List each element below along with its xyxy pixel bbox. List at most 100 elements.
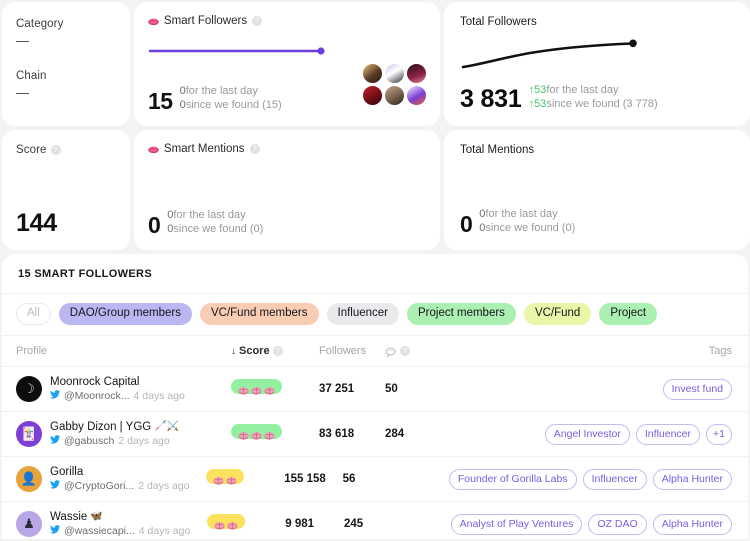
chain-block: Chain — [16,70,116,99]
tags-cell: Angel Investor Influencer +1 [505,423,732,445]
tags-cell: Analyst of Play Ventures OZ DAO Alpha Hunt… [450,513,732,535]
brain-icon [148,146,159,154]
delta-day-line: 0for the last day [167,208,263,222]
profile-name: Moonrock Capital [50,375,185,389]
table-body: ☽ Moonrock Capital @Moonrock... 4 days ago 3… [2,367,748,539]
twitter-icon [50,389,60,403]
profile-handle[interactable]: @CryptoGori... [64,479,134,493]
score-title: Score [16,144,47,156]
profile-name: Gorilla [50,465,190,479]
profile-handle[interactable]: @wassiecapi... [64,524,135,538]
filter-pill-vcfund-members[interactable]: VC/Fund members [199,303,319,325]
total-followers-title: Total Followers [460,16,537,28]
brain-icon [264,382,275,395]
profile-name-text: Gorilla [50,466,84,478]
info-icon[interactable]: ? [400,345,410,356]
filter-pill-all[interactable]: All [16,303,51,325]
filter-pill-influencer[interactable]: Influencer [326,303,400,325]
filter-pill-project[interactable]: Project [599,303,658,325]
column-header-tags[interactable]: Tags [505,345,732,357]
filter-pill-project-members[interactable]: Project members [407,303,516,325]
info-icon[interactable]: ? [252,15,263,26]
profile-subline: @gabusch 2 days ago [50,434,179,448]
category-value: — [16,33,29,48]
delta-found-line: ↑53since we found (3 778) [529,97,658,111]
profile-cell[interactable]: 🃏 Gabby Dizon | YGG 🦯⚔️ @gabusch 2 days ago [16,420,231,448]
tag[interactable]: Invest fund [662,378,732,400]
delta-found-value: 53 [534,98,547,110]
score-header: Score ? [16,144,116,156]
info-icon[interactable]: ? [272,345,283,356]
tag[interactable]: Alpha Hunter [652,468,732,490]
tag[interactable]: Influencer [635,423,701,445]
brain-icon [251,427,262,440]
avatar [384,85,405,106]
delta-day-suffix: for the last day [185,85,258,97]
brain-icon [227,517,238,530]
profile-subline: @wassiecapi... 4 days ago [50,524,190,538]
profile-cell[interactable]: ♟ Wassie 🦋 @wassiecapi... 4 days ago [16,510,207,538]
filter-pill-vcfund[interactable]: VC/Fund [523,303,592,325]
filter-pill-row: All DAO/Group members VC/Fund members Influ… [2,294,748,336]
info-icon[interactable]: ? [249,143,260,154]
table-row[interactable]: ♟ Wassie 🦋 @wassiecapi... 4 days ago 9 981 245… [2,502,748,539]
column-header-mentions[interactable]: ? [385,345,505,358]
smart-mentions-card: Smart Mentions ? 0 0for the last day 0si… [134,130,440,250]
avatar [362,85,383,106]
profile-cell[interactable]: ☽ Moonrock Capital @Moonrock... 4 days ago [16,375,231,403]
profile-timestamp: 2 days ago [118,435,170,447]
total-mentions-deltas: 0for the last day 0since we found (0) [479,207,575,236]
tag[interactable]: Alpha Hunter [652,513,732,535]
brain-icon [238,382,249,395]
filter-pill-dao[interactable]: DAO/Group members [58,303,192,325]
brain-icon [238,427,249,440]
tag[interactable]: Influencer [582,468,647,490]
profile-timestamp: 4 days ago [133,390,185,402]
follower-avatar-group[interactable] [362,63,427,106]
delta-found-line: 0since we found (15) [180,98,282,112]
profile-text: Gabby Dizon | YGG 🦯⚔️ @gabusch 2 days ago [50,420,179,448]
tag[interactable]: Founder of Gorilla Labs [448,468,577,490]
table-row[interactable]: 🃏 Gabby Dizon | YGG 🦯⚔️ @gabusch 2 days ago 8… [2,412,748,457]
column-header-score-label: Score [239,345,270,357]
tags-cell: Founder of Gorilla Labs Influencer Alpha H… [448,468,732,490]
smart-mentions-header: Smart Mentions ? [148,143,426,155]
table-row[interactable]: 👤 Gorilla @CryptoGori... 2 days ago 155 158 5… [2,457,748,502]
total-followers-line [461,39,637,69]
smart-mentions-stats: 0 0for the last day 0since we found (0) [148,208,426,237]
score-badge [231,423,282,440]
tag[interactable]: Analyst of Play Ventures [450,513,583,535]
delta-day-line: 0for the last day [180,84,282,98]
column-header-followers[interactable]: Followers [319,345,385,357]
smart-followers-card: Smart Followers ? 15 0for the last day 0… [134,2,440,126]
table-row[interactable]: ☽ Moonrock Capital @Moonrock... 4 days ago 3… [2,367,748,412]
smart-followers-header: Smart Followers ? [148,15,426,27]
score-cell [231,423,319,445]
profile-name-emoji: 🦋 [90,511,103,522]
category-chain-card: Category — Chain — [2,2,130,126]
smart-mentions-icon [385,347,397,358]
delta-found-suffix: since we found (15) [185,99,282,111]
avatar: 🃏 [16,421,42,447]
profile-timestamp: 2 days ago [138,480,190,492]
avatar [406,85,427,106]
avatar [362,63,383,84]
kpi-grid: Category — Chain — Smart Followers ? 15 … [0,0,750,250]
column-header-profile[interactable]: Profile [16,345,231,357]
brain-icon [251,382,262,395]
profile-cell[interactable]: 👤 Gorilla @CryptoGori... 2 days ago [16,465,206,493]
column-header-score[interactable]: ↓ Score ? [231,345,319,357]
tag[interactable]: OZ DAO [588,513,647,535]
tags-cell: Invest fund [505,378,732,400]
score-card: Score ? 144 [2,130,130,250]
profile-handle[interactable]: @gabusch [64,434,114,448]
profile-handle[interactable]: @Moonrock... [64,389,130,403]
avatar [406,63,427,84]
twitter-icon [50,479,60,493]
tag[interactable]: Angel Investor [544,423,630,445]
delta-found-suffix: since we found (3 778) [546,98,658,110]
mentions-count: 245 [343,518,364,530]
info-icon[interactable]: ? [50,144,61,155]
tag-overflow-badge[interactable]: +1 [706,423,732,445]
sort-desc-icon: ↓ [231,345,236,357]
